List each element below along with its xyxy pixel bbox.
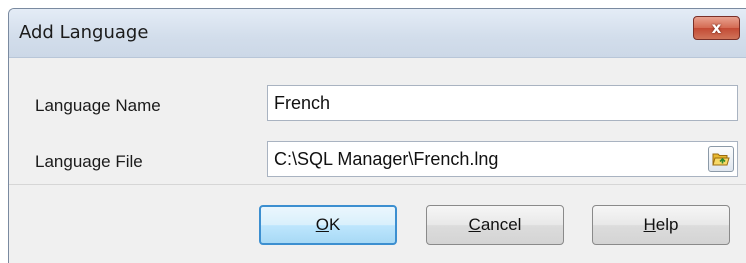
title-bar[interactable]: Add Language x bbox=[9, 9, 746, 58]
language-name-label: Language Name bbox=[35, 96, 161, 115]
language-name-input[interactable]: French bbox=[267, 85, 738, 121]
ok-mnemonic: O bbox=[315, 215, 329, 234]
button-panel: OK Cancel Help bbox=[9, 185, 746, 263]
language-name-value: French bbox=[274, 93, 331, 113]
cancel-button[interactable]: Cancel bbox=[426, 205, 564, 245]
language-file-value: C:\SQL Manager\French.lng bbox=[274, 149, 499, 169]
help-button[interactable]: Help bbox=[592, 205, 730, 245]
add-language-dialog: Add Language x Language Name French Lang… bbox=[8, 8, 746, 263]
help-label-rest: elp bbox=[655, 215, 679, 234]
cancel-mnemonic: C bbox=[468, 215, 481, 234]
close-button[interactable]: x bbox=[693, 16, 740, 40]
form-panel: Language Name French Language File C:\SQ… bbox=[9, 58, 746, 185]
close-icon: x bbox=[711, 18, 722, 37]
ok-button[interactable]: OK bbox=[259, 205, 397, 245]
language-file-label: Language File bbox=[35, 152, 143, 171]
language-file-input[interactable]: C:\SQL Manager\French.lng bbox=[267, 141, 738, 177]
browse-file-button[interactable] bbox=[708, 146, 734, 172]
ok-label-rest: K bbox=[328, 215, 341, 234]
open-folder-icon bbox=[712, 153, 730, 166]
dialog-title: Add Language bbox=[19, 22, 149, 43]
cancel-label-rest: ancel bbox=[480, 215, 522, 234]
help-mnemonic: H bbox=[643, 215, 656, 234]
